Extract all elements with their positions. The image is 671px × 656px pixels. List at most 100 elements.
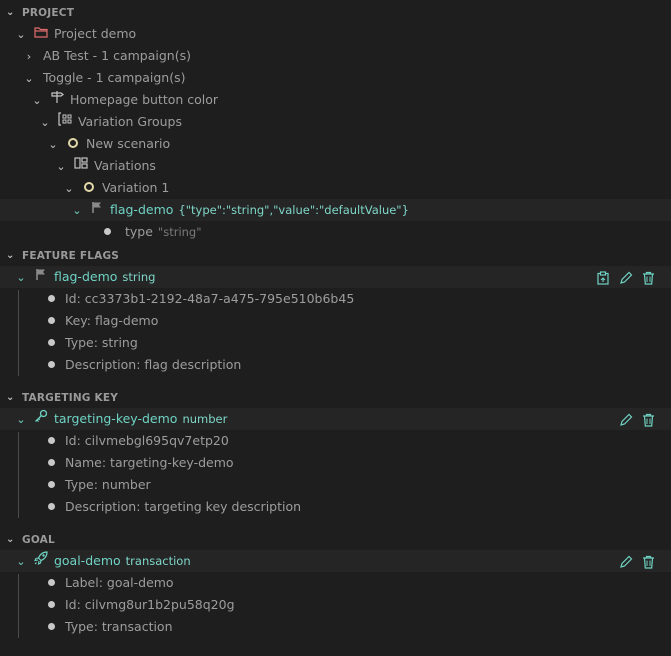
goal-name: goal-demo xyxy=(53,553,121,568)
tree-item-label: flag-demo xyxy=(109,202,174,217)
pencil-icon[interactable] xyxy=(619,413,633,427)
chevron-down-icon: ⌄ xyxy=(72,204,82,217)
tree-item-toggle[interactable]: ⌄ Toggle - 1 campaign(s) xyxy=(0,67,671,89)
targeting-key-name: targeting-key-demo xyxy=(53,411,178,426)
section-title: PROJECT xyxy=(22,7,75,19)
clipboard-icon[interactable] xyxy=(596,270,610,285)
chevron-down-icon: ⌄ xyxy=(16,413,26,426)
detail-text: Id: cilvmebgl695qv7etp20 xyxy=(65,433,229,448)
targeting-key-type: number xyxy=(182,412,228,426)
signpost-icon xyxy=(48,89,66,111)
chevron-down-icon: ⌄ xyxy=(24,72,34,85)
feature-flag-name: flag-demo xyxy=(53,269,118,284)
tree-item-label: Project demo xyxy=(53,26,137,41)
scenario-circle-icon xyxy=(64,133,82,155)
section-header-feature-flags[interactable]: ⌄ FEATURE FLAGS xyxy=(0,245,671,267)
goal-item[interactable]: ⌄ goal-demo transaction xyxy=(0,550,671,572)
trash-icon[interactable] xyxy=(642,413,655,427)
detail-text: Id: cilvmg8ur1b2pu58q20g xyxy=(65,597,235,612)
feature-flag-detail[interactable]: Description: flag description xyxy=(0,354,671,376)
detail-text: Label: goal-demo xyxy=(65,575,174,590)
chevron-down-icon: ⌄ xyxy=(6,534,15,545)
bullet-icon xyxy=(48,503,55,510)
tree-item-project[interactable]: ⌄ Project demo xyxy=(0,23,671,45)
variations-icon xyxy=(72,155,90,177)
bullet-icon xyxy=(48,459,55,466)
pencil-icon[interactable] xyxy=(619,271,633,285)
chevron-down-icon: ⌄ xyxy=(64,182,74,195)
bullet-icon xyxy=(48,579,55,586)
chevron-down-icon: ⌄ xyxy=(40,116,50,129)
feature-flag-detail[interactable]: Id: cc3373b1-2192-48a7-a475-795e510b6b45 xyxy=(0,288,671,310)
targeting-key-detail[interactable]: Type: number xyxy=(0,474,671,496)
detail-text: Key: flag-demo xyxy=(65,313,159,328)
targeting-key-detail[interactable]: Id: cilvmebgl695qv7etp20 xyxy=(0,430,671,452)
tree-item-label: AB Test - 1 campaign(s) xyxy=(42,48,191,63)
variation-groups-icon xyxy=(56,111,74,133)
folder-icon xyxy=(32,23,50,45)
tree-item-label: type xyxy=(124,224,153,239)
tree-item-flag[interactable]: ⌄ flag-demo {"type":"string","value":"def… xyxy=(0,199,671,221)
rocket-icon xyxy=(32,550,50,572)
flag-icon xyxy=(32,266,50,288)
goal-detail[interactable]: Label: goal-demo xyxy=(0,572,671,594)
goal-type: transaction xyxy=(125,554,191,568)
detail-text: Name: targeting-key-demo xyxy=(65,455,234,470)
trash-icon[interactable] xyxy=(642,555,655,569)
section-title: GOAL xyxy=(22,534,55,546)
targeting-key-item[interactable]: ⌄ targeting-key-demo number xyxy=(0,408,671,430)
feature-flag-detail[interactable]: Type: string xyxy=(0,332,671,354)
chevron-down-icon: ⌄ xyxy=(6,250,15,261)
detail-text: Type: transaction xyxy=(65,619,173,634)
chevron-down-icon: ⌄ xyxy=(48,138,58,151)
flag-icon xyxy=(88,199,106,221)
tree-item-scenario[interactable]: ⌄ New scenario xyxy=(0,133,671,155)
targeting-key-detail[interactable]: Name: targeting-key-demo xyxy=(0,452,671,474)
trash-icon[interactable] xyxy=(642,271,655,285)
section-header-targeting-key[interactable]: ⌄ TARGETING KEY xyxy=(0,387,671,409)
bullet-icon xyxy=(48,481,55,488)
variation-circle-icon xyxy=(80,177,98,199)
tree-item-variations[interactable]: ⌄ Variations xyxy=(0,155,671,177)
targeting-key-detail[interactable]: Description: targeting key description xyxy=(0,496,671,518)
tree-item-campaign[interactable]: ⌄ Homepage button color xyxy=(0,89,671,111)
chevron-down-icon: ⌄ xyxy=(6,7,15,18)
bullet-icon xyxy=(104,228,111,235)
bullet-icon xyxy=(48,339,55,346)
bullet-icon xyxy=(48,601,55,608)
tree-item-label: New scenario xyxy=(85,136,171,151)
bullet-icon xyxy=(48,623,55,630)
tree-item-label: Variation 1 xyxy=(101,180,170,195)
tree-item-label: Variation Groups xyxy=(77,114,182,129)
bullet-icon xyxy=(48,437,55,444)
bullet-icon xyxy=(48,317,55,324)
goal-detail[interactable]: Type: transaction xyxy=(0,616,671,638)
chevron-down-icon: ⌄ xyxy=(56,160,66,173)
tree-item-label: Variations xyxy=(93,158,156,173)
chevron-down-icon: ⌄ xyxy=(6,392,15,403)
section-header-project[interactable]: ⌄ PROJECT xyxy=(0,2,671,24)
section-title: FEATURE FLAGS xyxy=(22,250,120,262)
flag-value: {"type":"string","value":"defaultValue"} xyxy=(178,203,409,217)
bullet-icon xyxy=(48,295,55,302)
tree-item-variation[interactable]: ⌄ Variation 1 xyxy=(0,177,671,199)
feature-flag-item[interactable]: ⌄ flag-demo string xyxy=(0,266,671,288)
pencil-icon[interactable] xyxy=(619,555,633,569)
section-header-goal[interactable]: ⌄ GOAL xyxy=(0,529,671,551)
key-icon xyxy=(32,408,50,430)
detail-text: Type: number xyxy=(65,477,151,492)
chevron-down-icon: ⌄ xyxy=(16,555,26,568)
chevron-down-icon: ⌄ xyxy=(16,271,26,284)
feature-flag-type: string xyxy=(122,270,156,284)
bullet-icon xyxy=(48,361,55,368)
detail-text: Type: string xyxy=(65,335,138,350)
tree-item-label: Toggle - 1 campaign(s) xyxy=(42,70,186,85)
tree-item-label: Homepage button color xyxy=(69,92,219,107)
tree-item-variation-groups[interactable]: ⌄ Variation Groups xyxy=(0,111,671,133)
goal-detail[interactable]: Id: cilvmg8ur1b2pu58q20g xyxy=(0,594,671,616)
feature-flag-detail[interactable]: Key: flag-demo xyxy=(0,310,671,332)
tree-item-type[interactable]: type "string" xyxy=(0,221,671,243)
section-title: TARGETING KEY xyxy=(22,392,118,404)
tree-item-ab-test[interactable]: › AB Test - 1 campaign(s) xyxy=(0,45,671,67)
detail-text: Description: targeting key description xyxy=(65,499,302,514)
